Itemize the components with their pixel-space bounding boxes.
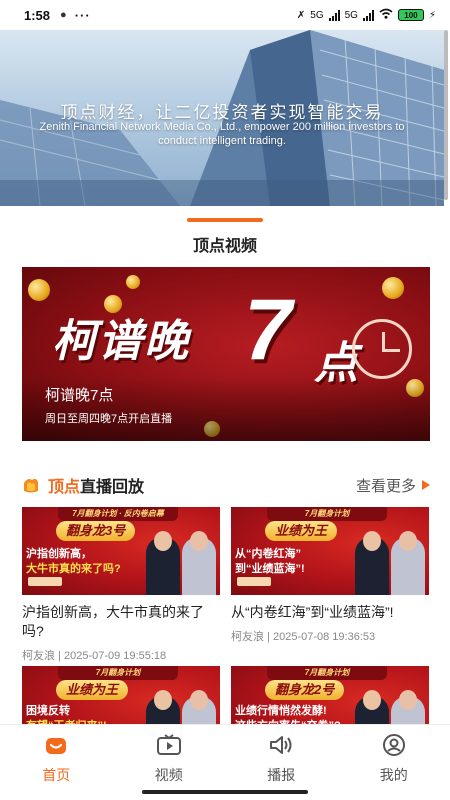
signal-icon (328, 9, 340, 21)
bottom-nav: 首页 视频 播报 我的 (0, 724, 450, 800)
thumb-line: 到“业绩蓝海”! (235, 563, 305, 575)
scrollbar[interactable] (444, 30, 448, 200)
thumb-tag (237, 577, 271, 586)
nav-home[interactable]: 首页 (0, 725, 113, 800)
replay-section-header: 顶点直播回放 查看更多 (22, 474, 430, 496)
featured-show-banner[interactable]: 柯谱晚 7 点 柯谱晚7点 周日至周四晚7点开启直播 (22, 267, 430, 441)
thumb-line: 大牛市真的来了吗? (26, 563, 121, 575)
status-time: 1:58 (24, 7, 51, 23)
video-meta: 柯友浪 | 2025-07-08 19:36:53 (231, 631, 376, 643)
notification-app-icon: ● (60, 9, 67, 21)
banner-headline: 柯谱晚 (52, 317, 190, 366)
network-label-2: 5G (344, 9, 358, 21)
replay-title-accent: 顶点 (48, 479, 81, 496)
see-more-label: 查看更多 (355, 477, 416, 495)
video-section-header: 顶点视频 (0, 218, 450, 256)
battery-icon: 100 (397, 9, 424, 21)
thumb-badge: 翻身龙3号 (56, 521, 136, 541)
profile-icon (381, 733, 407, 757)
see-more-link[interactable]: 查看更多 (356, 475, 430, 496)
mute-icon: ✗ (296, 9, 306, 21)
hero-banner[interactable]: 顶点财经，让二亿投资者实现智能交易 Zenith Financial Netwo… (0, 30, 444, 206)
thumb-badge: 业绩为王 (265, 521, 338, 541)
video-meta: 柯友浪 | 2025-07-09 19:55:18 (22, 650, 167, 662)
nav-profile[interactable]: 我的 (338, 725, 450, 800)
thumb-line: 沪指创新高， (26, 548, 92, 560)
thumb-tag (28, 577, 62, 586)
status-bar: 1:58 ● ··· ✗ 5G 5G 100 ⚡ (0, 0, 450, 30)
banner-schedule: 周日至周四晚7点开启直播 (45, 413, 173, 425)
arrow-right-icon (422, 480, 430, 490)
video-thumbnail[interactable]: 7月翻身计划 业绩为王 从“内卷红海” 到“业绩蓝海”! (231, 507, 429, 595)
thumb-campaign: 7月翻身计划 · 反内卷启幕 (58, 507, 178, 521)
flame-icon (22, 477, 40, 493)
thumb-badge: 翻身龙2号 (265, 680, 345, 700)
thumb-line: 业绩行情悄然发酵! (235, 705, 327, 717)
thumb-campaign: 7月翻身计划 (267, 666, 387, 680)
section-accent-bar (187, 218, 263, 222)
video-card[interactable]: 7月翻身计划 · 反内卷启幕 翻身龙3号 沪指创新高， 大牛市真的来了吗? 沪指… (22, 507, 220, 663)
replay-section-title: 顶点直播回放 (48, 473, 144, 497)
thumb-line: 从“内卷红海” (235, 548, 301, 560)
video-thumbnail[interactable]: 7月翻身计划 · 反内卷启幕 翻身龙3号 沪指创新高， 大牛市真的来了吗? (22, 507, 220, 595)
thumb-line: 困境反转 (26, 705, 70, 717)
video-title[interactable]: 沪指创新高，大牛市真的来了吗? (22, 603, 220, 641)
thumb-campaign: 7月翻身计划 (267, 507, 387, 521)
video-card[interactable]: 7月翻身计划 业绩为王 从“内卷红海” 到“业绩蓝海”! 从“内卷红海”到“业绩… (231, 507, 429, 644)
hero-subtitle: Zenith Financial Network Media Co., Ltd.… (39, 121, 405, 147)
nav-video-label: 视频 (154, 767, 183, 783)
host-image (355, 531, 389, 595)
nav-video[interactable]: 视频 (113, 725, 226, 800)
replay-title-rest: 直播回放 (80, 479, 145, 496)
coin-decoration (28, 279, 50, 301)
nav-broadcast[interactable]: 播报 (225, 725, 338, 800)
banner-headline-number: 7 (244, 282, 292, 378)
banner-show-name: 柯谱晚7点 (45, 387, 114, 404)
more-notifications-icon: ··· (74, 7, 91, 23)
home-icon (43, 733, 69, 757)
coin-decoration (126, 275, 140, 289)
nav-home-label: 首页 (42, 767, 71, 783)
network-label-1: 5G (310, 9, 324, 21)
host-image (182, 531, 216, 595)
status-right: ✗ 5G 5G 100 ⚡ (297, 8, 436, 22)
thumb-badge: 业绩为王 (56, 680, 129, 700)
video-title[interactable]: 从“内卷红海”到“业绩蓝海”! (231, 603, 429, 622)
host-image (391, 531, 425, 595)
speaker-icon (268, 733, 294, 757)
section-title: 顶点视频 (192, 238, 257, 255)
host-image (146, 531, 180, 595)
nav-broadcast-label: 播报 (267, 767, 296, 783)
home-indicator[interactable] (142, 790, 308, 794)
signal-icon-2 (362, 9, 374, 21)
thumb-campaign: 7月翻身计划 (58, 666, 178, 680)
wifi-icon (379, 8, 393, 22)
nav-profile-label: 我的 (379, 767, 408, 783)
charging-icon: ⚡ (428, 9, 436, 21)
coin-decoration (382, 277, 404, 299)
video-icon (156, 733, 182, 757)
clock-icon (352, 319, 412, 379)
